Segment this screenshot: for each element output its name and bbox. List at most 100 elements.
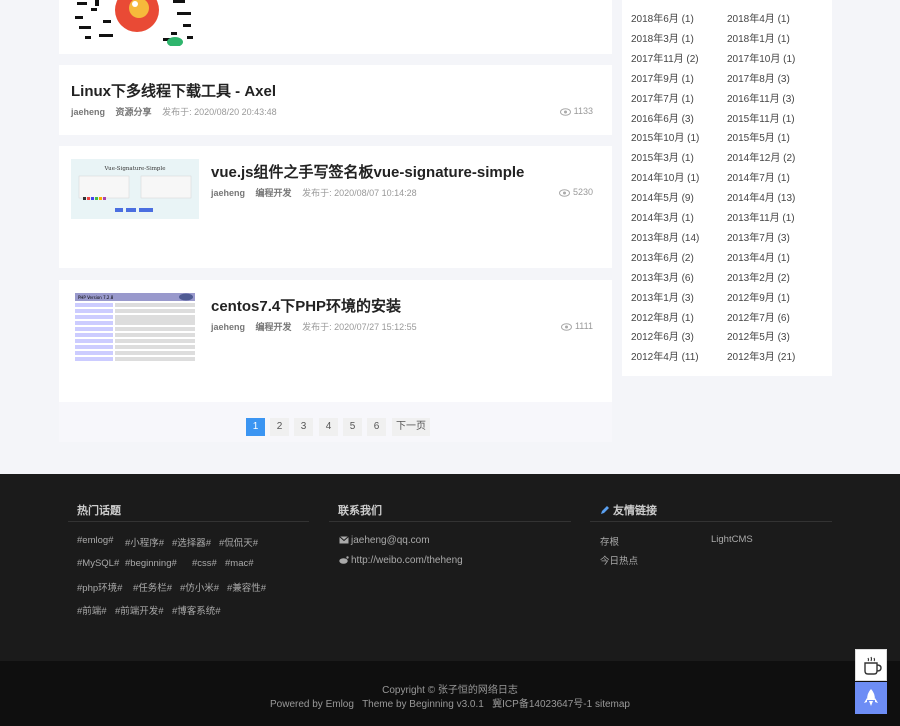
archive-item[interactable]: 2013年3月 (6) — [631, 269, 694, 284]
archive-item[interactable]: 2014年10月 (1) — [631, 169, 699, 184]
archive-item[interactable]: 2015年10月 (1) — [631, 129, 699, 144]
topic-tag[interactable]: #mac# — [225, 558, 254, 569]
archive-item[interactable]: 2014年7月 (1) — [727, 169, 790, 184]
post-date: 发布于: 2020/08/20 20:43:48 — [162, 107, 277, 117]
post-card: PHP Version 7.2.8 centos7.4下PHP环境的安装 jae… — [59, 280, 612, 402]
thumb-title: PHP Version 7.2.8 — [78, 295, 114, 300]
links-title-text: 友情链接 — [613, 505, 657, 517]
next-page-button[interactable]: 下一页 — [392, 418, 430, 436]
archive-item[interactable]: 2016年11月 (3) — [727, 90, 795, 105]
post-card: Linux下多线程下载工具 - Axel jaeheng 资源分享 发布于: 2… — [59, 65, 612, 135]
footer: 热门话题 #emlog# #小程序# #选择器# #侃侃天# #MySQL# #begin… — [0, 474, 900, 661]
hot-topics-title: 热门话题 — [77, 505, 121, 517]
archive-item[interactable]: 2014年4月 (13) — [727, 189, 795, 204]
archive-item[interactable]: 2013年2月 (2) — [727, 269, 790, 284]
divider — [68, 521, 309, 522]
friend-link[interactable]: LightCMS — [711, 534, 753, 545]
archive-item[interactable]: 2018年3月 (1) — [631, 30, 694, 45]
archive-item[interactable]: 2012年9月 (1) — [727, 289, 790, 304]
qr-code-image — [75, 0, 193, 46]
archive-item[interactable]: 2014年3月 (1) — [631, 209, 694, 224]
post-views: 1133 — [559, 106, 593, 116]
pencil-icon — [601, 506, 609, 514]
topic-tag[interactable]: #兼容性# — [227, 580, 266, 594]
post-thumbnail[interactable]: Vue-Signature-Simple — [71, 159, 199, 219]
topic-tag[interactable]: #emlog# — [77, 535, 113, 546]
topic-tag[interactable]: #博客系统# — [172, 603, 221, 617]
post-category[interactable]: 编程开发 — [256, 188, 292, 198]
contact-title: 联系我们 — [338, 505, 382, 517]
archive-item[interactable]: 2016年6月 (3) — [631, 110, 694, 125]
post-title[interactable]: Linux下多线程下载工具 - Axel — [71, 80, 276, 101]
topic-tag[interactable]: #php环境# — [77, 580, 122, 594]
archive-item[interactable]: 2018年1月 (1) — [727, 30, 790, 45]
eye-icon — [560, 323, 572, 331]
friend-link[interactable]: 今日热点 — [600, 553, 638, 567]
links-title: 友情链接 — [600, 502, 657, 518]
back-to-top-button[interactable] — [855, 682, 887, 714]
archive-item[interactable]: 2012年4月 (11) — [631, 348, 699, 363]
contact-email[interactable]: jaeheng@qq.com — [339, 535, 430, 546]
archive-item[interactable]: 2018年6月 (1) — [631, 10, 694, 25]
page-6-button[interactable]: 6 — [367, 418, 386, 436]
page-2-button[interactable]: 2 — [270, 418, 289, 436]
archive-item[interactable]: 2013年8月 (14) — [631, 229, 699, 244]
archive-item[interactable]: 2012年7月 (6) — [727, 309, 790, 324]
post-views: 5230 — [558, 187, 593, 197]
contact-weibo[interactable]: http://weibo.com/theheng — [339, 555, 463, 566]
archive-item[interactable]: 2013年6月 (2) — [631, 249, 694, 264]
post-author[interactable]: jaeheng — [211, 322, 245, 332]
email-text: jaeheng@qq.com — [351, 535, 430, 546]
post-author[interactable]: jaeheng — [211, 188, 245, 198]
archive-item[interactable]: 2017年9月 (1) — [631, 70, 694, 85]
page-5-button[interactable]: 5 — [343, 418, 362, 436]
topic-tag[interactable]: #前端开发# — [115, 603, 164, 617]
post-title[interactable]: centos7.4下PHP环境的安装 — [211, 295, 401, 316]
page-1-button[interactable]: 1 — [246, 418, 265, 436]
coffee-button[interactable] — [855, 649, 887, 681]
topic-tag[interactable]: #侃侃天# — [219, 535, 258, 549]
archive-item[interactable]: 2013年4月 (1) — [727, 249, 790, 264]
archive-item[interactable]: 2015年3月 (1) — [631, 149, 694, 164]
archive-item[interactable]: 2017年7月 (1) — [631, 90, 694, 105]
archive-item[interactable]: 2012年8月 (1) — [631, 309, 694, 324]
page-4-button[interactable]: 4 — [319, 418, 338, 436]
archive-item[interactable]: 2013年11月 (1) — [727, 209, 795, 224]
topic-tag[interactable]: #选择器# — [172, 535, 211, 549]
topic-tag[interactable]: #beginning# — [125, 558, 177, 569]
post-title[interactable]: vue.js组件之手写签名板vue-signature-simple — [211, 161, 524, 182]
page-3-button[interactable]: 3 — [294, 418, 313, 436]
topic-tag[interactable]: #前端# — [77, 603, 107, 617]
archive-item[interactable]: 2014年12月 (2) — [727, 149, 795, 164]
post-meta: jaeheng 资源分享 发布于: 2020/08/20 20:43:48 — [71, 105, 277, 118]
coffee-icon — [864, 656, 882, 675]
post-meta: jaeheng 编程开发 发布于: 2020/07/27 15:12:55 — [211, 320, 417, 333]
mail-icon — [339, 536, 349, 544]
post-meta: jaeheng 编程开发 发布于: 2020/08/07 10:14:28 — [211, 186, 417, 199]
archive-item[interactable]: 2012年5月 (3) — [727, 328, 790, 343]
archive-item[interactable]: 2012年6月 (3) — [631, 328, 694, 343]
archive-item[interactable]: 2014年5月 (9) — [631, 189, 694, 204]
post-thumbnail[interactable]: PHP Version 7.2.8 — [75, 293, 195, 365]
topic-tag[interactable]: #任务栏# — [133, 580, 172, 594]
archive-item[interactable]: 2017年8月 (3) — [727, 70, 790, 85]
archive-item[interactable]: 2015年11月 (1) — [727, 110, 795, 125]
topic-tag[interactable]: #MySQL# — [77, 558, 119, 569]
archive-item[interactable]: 2015年5月 (1) — [727, 129, 790, 144]
powered-by-text[interactable]: Powered by Emlog Theme by Beginning v3.0… — [0, 695, 900, 710]
archive-item[interactable]: 2012年3月 (21) — [727, 348, 795, 363]
post-card: Vue-Signature-Simple vue.js组件之手写签名板vue-s… — [59, 146, 612, 268]
archive-item[interactable]: 2018年4月 (1) — [727, 10, 790, 25]
thumb-title: Vue-Signature-Simple — [104, 166, 166, 172]
archive-item[interactable]: 2017年11月 (2) — [631, 50, 699, 65]
topic-tag[interactable]: #小程序# — [125, 535, 164, 549]
archive-item[interactable]: 2013年7月 (3) — [727, 229, 790, 244]
post-author[interactable]: jaeheng — [71, 107, 105, 117]
topic-tag[interactable]: #仿小米# — [180, 580, 219, 594]
post-category[interactable]: 编程开发 — [256, 322, 292, 332]
friend-link[interactable]: 存根 — [600, 534, 619, 548]
archive-item[interactable]: 2017年10月 (1) — [727, 50, 795, 65]
archive-item[interactable]: 2013年1月 (3) — [631, 289, 694, 304]
topic-tag[interactable]: #css# — [192, 558, 217, 569]
post-category[interactable]: 资源分享 — [116, 107, 152, 117]
